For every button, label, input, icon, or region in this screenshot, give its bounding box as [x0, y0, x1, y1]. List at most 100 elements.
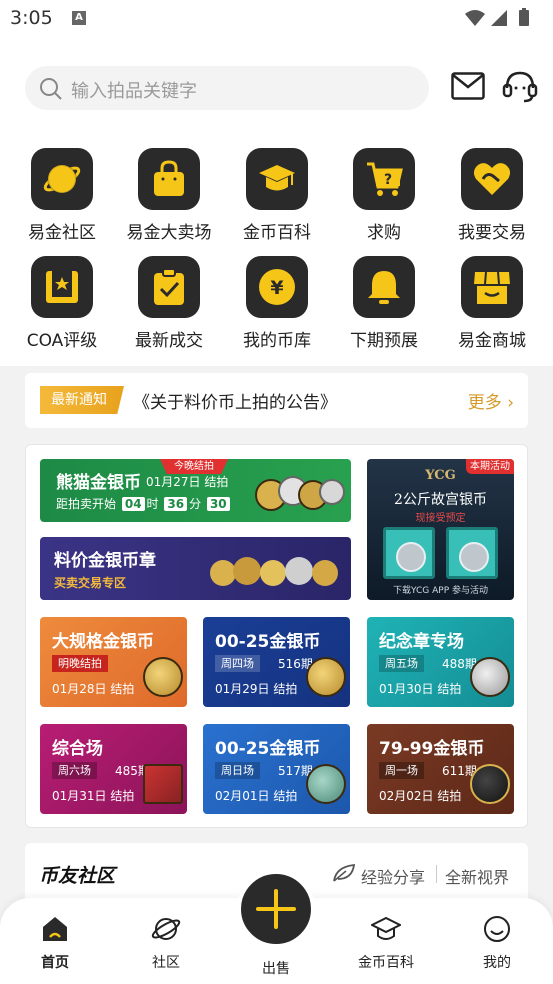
community-tag: 经验分享: [361, 868, 426, 887]
shortcut-latest-deals[interactable]: 最新成交: [115, 234, 223, 351]
shortcut-label: COA评级: [26, 331, 98, 351]
notice-text[interactable]: 《关于料价币上拍的公告》: [133, 388, 337, 413]
coin-image: [306, 764, 346, 804]
session-date: 01月28日 结拍: [52, 682, 135, 696]
session-card[interactable]: 综合场 周六场 485期 01月31日 结拍: [40, 724, 187, 814]
sell-button[interactable]: [237, 870, 315, 948]
ycg-footer: 下载YCG APP 参与活动: [393, 586, 488, 596]
tab-mine[interactable]: 我的: [452, 914, 542, 974]
notice-tag: 最新通知: [40, 386, 124, 414]
countdown-seconds: 30: [206, 497, 230, 511]
session-date: 01月29日 结拍: [215, 682, 298, 696]
coin-image: [143, 657, 183, 697]
shortcut-grid: 易金社区 易金大卖场 金币百科 ? 求购 我要交易 COA评级 最新成交 ¥ 我…: [0, 126, 553, 366]
shortcut-trade[interactable]: 我要交易: [438, 126, 546, 243]
shortcut-community[interactable]: 易金社区: [8, 126, 116, 243]
tab-community[interactable]: 社区: [121, 914, 211, 974]
shortcut-label: 下期预展: [350, 331, 418, 351]
divider: [436, 865, 437, 883]
ycg-title: 2公斤故宫银币: [394, 492, 487, 508]
countdown-minute-unit: 分: [189, 497, 202, 511]
session-card[interactable]: 00-25金银币 周四场 516期 01月29日 结拍: [203, 617, 350, 707]
session-date: 01月30日 结拍: [379, 682, 462, 696]
ycg-event-card[interactable]: 本期活动 YCG 2公斤故宫银币 现接受预定 下载YCG APP 参与活动: [367, 459, 514, 600]
notification-a-icon: A: [72, 11, 86, 25]
session-card[interactable]: 大规格金银币 明晚结拍 01月28日 结拍: [40, 617, 187, 707]
graduation-cap-icon: [246, 148, 308, 210]
notice-bar[interactable]: 最新通知 《关于料价币上拍的公告》 更多 ›: [25, 373, 528, 428]
shortcut-wiki[interactable]: 金币百科: [223, 126, 331, 243]
session-tag: 周五场: [379, 655, 424, 672]
card-title: 大规格金银币: [52, 632, 154, 652]
notice-more-label: 更多: [467, 393, 502, 413]
card-title: 00-25金银币: [215, 632, 321, 652]
session-date: 02月02日 结拍: [379, 789, 462, 803]
svg-text:?: ?: [384, 172, 392, 188]
panda-coins-image: [255, 476, 345, 511]
session-date: 02月01日 结拍: [215, 789, 298, 803]
session-card[interactable]: 00-25金银币 周日场 517期 02月01日 结拍: [203, 724, 350, 814]
graduation-cap-icon: [371, 916, 401, 940]
tab-label: 我的: [483, 955, 511, 971]
countdown-prefix: 距拍卖开始: [56, 497, 117, 511]
bell-icon: [353, 256, 415, 318]
header: 输入拍品关键字: [0, 38, 553, 126]
planet-icon: [151, 918, 181, 940]
bulk-coins-image: [210, 557, 338, 586]
tonight-ribbon: 今晚结拍: [160, 459, 228, 474]
tab-label: 金币百科: [358, 955, 414, 971]
card-title: 熊猫金银币: [56, 473, 141, 493]
auction-panel: 今晚结拍 熊猫金银币 01月27日 结拍 距拍卖开始 04 时 36 分 30 料价…: [25, 444, 528, 828]
coin-slab-image: [383, 527, 435, 579]
search-input[interactable]: 输入拍品关键字: [25, 66, 429, 110]
cart-question-icon: ?: [353, 148, 415, 210]
coin-slab-image: [446, 527, 498, 579]
session-date: 01月31日 结拍: [52, 789, 135, 803]
session-tag: 周一场: [379, 762, 424, 779]
shortcut-preview[interactable]: 下期预展: [330, 234, 438, 351]
svg-text:¥: ¥: [270, 277, 283, 299]
status-time: 3:05: [10, 7, 53, 29]
community-title: 币友社区: [39, 865, 116, 887]
home-icon: [43, 917, 67, 941]
shortcut-label: 我的币库: [243, 331, 311, 351]
clipboard-check-icon: [138, 256, 200, 318]
shortcut-label: 易金商城: [458, 331, 526, 351]
session-card[interactable]: 79-99金银币 周一场 611期 02月02日 结拍: [367, 724, 514, 814]
signal-icon: [491, 10, 507, 26]
banknote-image: [143, 764, 183, 804]
rating-badge-icon: [31, 256, 93, 318]
shortcut-my-coins[interactable]: ¥ 我的币库: [223, 234, 331, 351]
session-tag: 明晚结拍: [52, 655, 108, 672]
handshake-heart-icon: [461, 148, 523, 210]
mail-icon[interactable]: [451, 72, 485, 100]
tab-label: 首页: [41, 955, 69, 971]
shortcut-market[interactable]: 易金大卖场: [115, 126, 223, 243]
shortcut-mall[interactable]: 易金商城: [438, 234, 546, 351]
shortcut-wanted[interactable]: ? 求购: [330, 126, 438, 243]
coin-image: [470, 764, 510, 804]
coin-image: [306, 657, 346, 697]
card-title: 料价金银币章: [54, 551, 156, 571]
shortcut-coa-rating[interactable]: COA评级: [8, 234, 116, 351]
ycg-logo: YCG: [425, 468, 456, 483]
search-icon: [40, 78, 62, 100]
customer-service-icon[interactable]: [502, 70, 538, 104]
panda-auction-card[interactable]: 今晚结拍 熊猫金银币 01月27日 结拍 距拍卖开始 04 时 36 分 30: [40, 459, 351, 522]
countdown-hours: 04: [121, 497, 145, 511]
search-placeholder: 输入拍品关键字: [71, 81, 197, 102]
card-title: 00-25金银币: [215, 739, 321, 759]
tab-home[interactable]: 首页: [10, 914, 100, 974]
countdown-hour-unit: 时: [146, 497, 159, 511]
session-card[interactable]: 纪念章专场 周五场 488期 01月30日 结拍: [367, 617, 514, 707]
wifi-icon: [465, 10, 485, 26]
session-tag: 周四场: [215, 655, 260, 672]
countdown-minutes: 36: [164, 497, 188, 511]
card-date: 01月27日 结拍: [146, 475, 229, 489]
leaf-icon: [333, 863, 356, 882]
battery-icon: [519, 10, 529, 26]
bulk-coins-card[interactable]: 料价金银币章 买卖交易专区: [40, 537, 351, 600]
tab-label: 社区: [152, 955, 180, 971]
tab-wiki[interactable]: 金币百科: [341, 914, 431, 974]
notice-more-link[interactable]: 更多 ›: [468, 388, 514, 413]
